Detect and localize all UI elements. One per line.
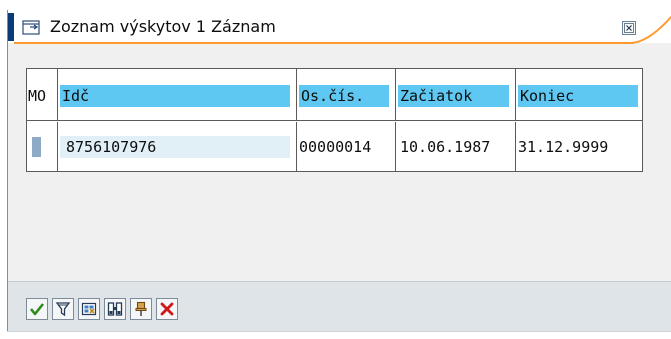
column-header-label: Idč	[60, 85, 290, 107]
column-header-label: MO	[28, 87, 47, 105]
column-header-label: Začiatok	[398, 85, 509, 107]
dialog-titlebar: Zoznam výskytov 1 Záznam	[8, 10, 671, 44]
select-all-button[interactable]	[78, 298, 100, 320]
column-header-label: Os.čís.	[299, 85, 389, 107]
check-icon	[29, 303, 45, 316]
dialog-toolbar	[8, 281, 671, 332]
confirm-button[interactable]	[26, 298, 48, 320]
dialog-window: Zoznam výskytov 1 Záznam MO Idč Os.čís.	[7, 10, 671, 332]
pin-button[interactable]	[130, 298, 152, 320]
cell-value: 10.06.1987	[400, 138, 491, 156]
title-accent-bar	[8, 13, 14, 41]
cell-zaciatok[interactable]: 10.06.1987	[396, 122, 516, 171]
pin-icon	[135, 301, 147, 316]
cell-koniec[interactable]: 31.12.9999	[516, 122, 642, 171]
cancel-icon	[160, 302, 174, 316]
cell-value: 8756107976	[60, 136, 290, 158]
cell-os-cis[interactable]: 00000014	[297, 122, 396, 171]
table-header-row: MO Idč Os.čís. Začiatok Koniec	[27, 69, 642, 121]
dialog-title: Zoznam výskytov 1 Záznam	[50, 17, 276, 36]
column-header-label: Koniec	[518, 85, 638, 107]
list-window-icon	[22, 20, 40, 35]
cell-value: 31.12.9999	[518, 138, 609, 156]
dialog-bottom-border	[7, 331, 671, 332]
filter-icon	[55, 302, 71, 317]
results-table: MO Idč Os.čís. Začiatok Koniec 875610797…	[26, 68, 643, 172]
row-selector[interactable]	[32, 137, 41, 157]
column-header-mo[interactable]: MO	[27, 69, 58, 120]
select-all-icon	[81, 302, 97, 316]
title-sweep-curve	[624, 15, 671, 44]
cancel-button[interactable]	[156, 298, 178, 320]
dialog-content: MO Idč Os.čís. Začiatok Koniec 875610797…	[8, 44, 671, 289]
column-header-koniec[interactable]: Koniec	[516, 69, 642, 120]
table-row[interactable]: 8756107976 00000014 10.06.1987 31.12.999…	[27, 122, 642, 171]
cell-value: 00000014	[299, 138, 372, 156]
column-header-zaciatok[interactable]: Začiatok	[396, 69, 516, 120]
filter-button[interactable]	[52, 298, 74, 320]
column-header-idc[interactable]: Idč	[58, 69, 297, 120]
row-selector-cell[interactable]	[27, 122, 58, 171]
column-header-os-cis[interactable]: Os.čís.	[297, 69, 396, 120]
cell-idc[interactable]: 8756107976	[58, 122, 297, 171]
find-button[interactable]	[104, 298, 126, 320]
binoculars-icon	[107, 302, 123, 316]
